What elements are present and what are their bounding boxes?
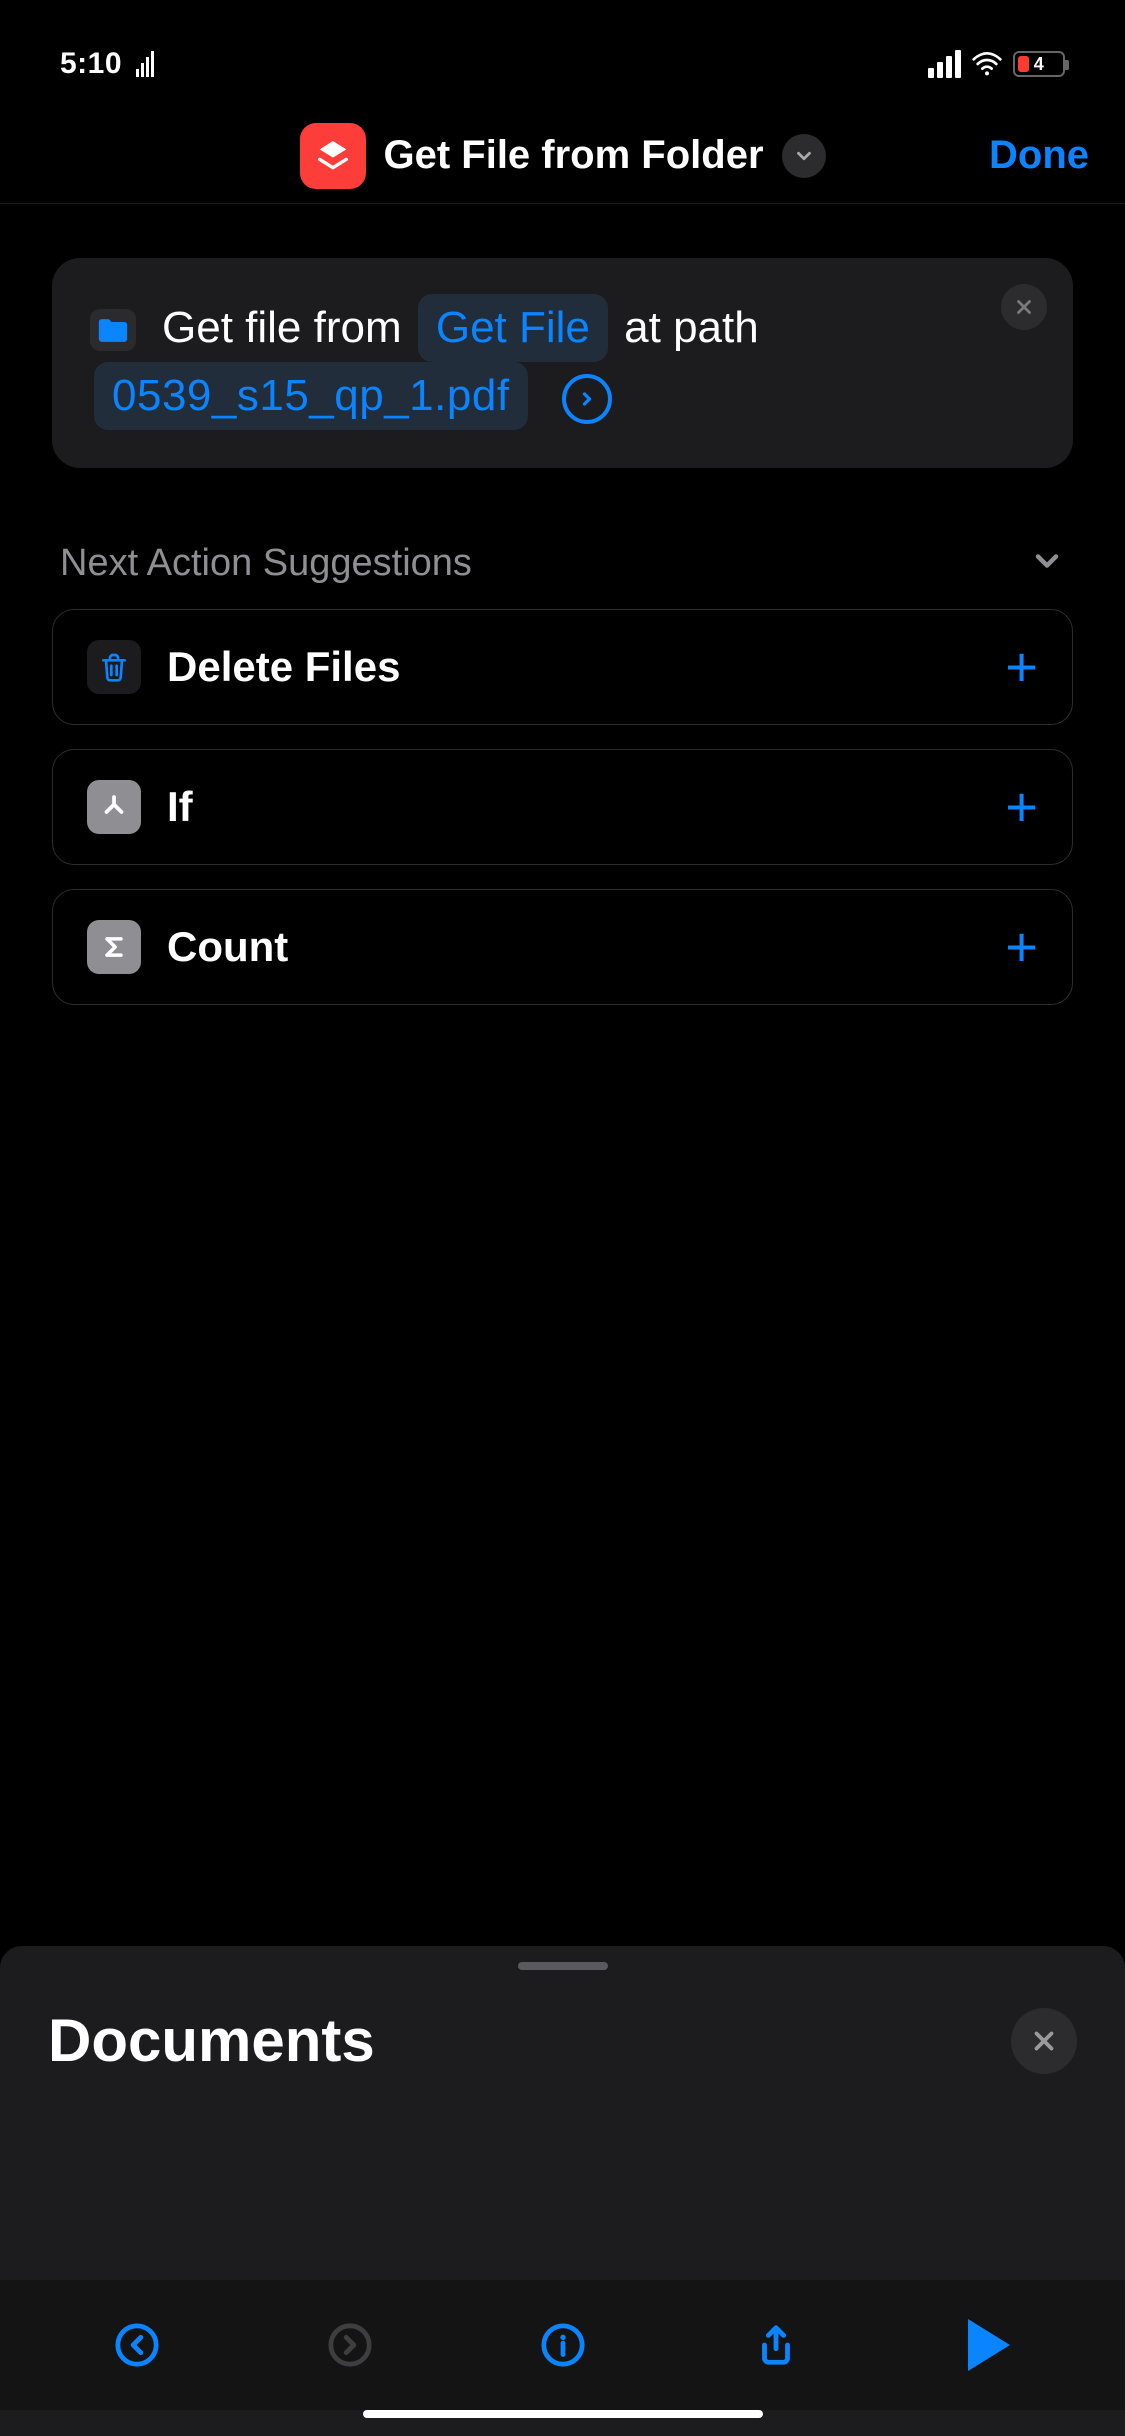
shortcuts-icon [299, 123, 365, 189]
action-get-file-from-folder[interactable]: Get file from Get File at path 0539_s15_… [52, 258, 1073, 468]
bottom-sheet[interactable]: Documents [0, 1946, 1125, 2436]
page-title: Get File from Folder [383, 133, 763, 178]
collapse-suggestions-button[interactable] [1029, 543, 1065, 584]
sheet-grabber[interactable] [518, 1962, 608, 1970]
add-suggestion-button[interactable]: + [1005, 639, 1038, 695]
nav-header: Get File from Folder Done [0, 108, 1125, 204]
add-suggestion-button[interactable]: + [1005, 919, 1038, 975]
suggestions-section: Next Action Suggestions Delete Files + I… [52, 542, 1073, 1029]
trash-icon [87, 640, 141, 694]
suggestion-label: Count [167, 923, 979, 971]
undo-button[interactable] [111, 2319, 163, 2371]
status-left: 5:10 [60, 47, 154, 81]
sheet-close-button[interactable] [1011, 2008, 1077, 2074]
branch-icon [87, 780, 141, 834]
suggestion-count[interactable]: Count + [52, 889, 1073, 1005]
add-suggestion-button[interactable]: + [1005, 779, 1038, 835]
play-icon [968, 2319, 1010, 2371]
suggestion-delete-files[interactable]: Delete Files + [52, 609, 1073, 725]
suggestions-title: Next Action Suggestions [60, 542, 472, 585]
title-options-button[interactable] [782, 134, 826, 178]
battery-icon: 4 [1013, 51, 1065, 77]
books-icon [136, 51, 154, 77]
cellular-icon [928, 50, 961, 78]
suggestion-label: Delete Files [167, 643, 979, 691]
sheet-title: Documents [48, 2006, 375, 2075]
share-button[interactable] [750, 2319, 802, 2371]
action-text-pre: Get file from [162, 303, 402, 352]
battery-level: 4 [1015, 54, 1063, 75]
info-button[interactable] [537, 2319, 589, 2371]
action-text-mid1: at [624, 303, 661, 352]
expand-action-button[interactable] [562, 374, 612, 424]
done-button[interactable]: Done [989, 133, 1089, 178]
param-source[interactable]: Get File [418, 294, 608, 362]
folder-icon [90, 309, 136, 351]
param-path[interactable]: 0539_s15_qp_1.pdf [94, 362, 528, 430]
delete-action-button[interactable] [1001, 284, 1047, 330]
suggestion-label: If [167, 783, 979, 831]
sigma-icon [87, 920, 141, 974]
status-right: 4 [928, 48, 1065, 80]
wifi-icon [971, 48, 1003, 80]
status-bar: 5:10 4 [0, 20, 1125, 108]
editor-content: Get file from Get File at path 0539_s15_… [0, 204, 1125, 1946]
run-button[interactable] [963, 2319, 1015, 2371]
status-time: 5:10 [60, 47, 122, 81]
suggestion-if[interactable]: If + [52, 749, 1073, 865]
redo-button [324, 2319, 376, 2371]
home-indicator[interactable] [363, 2410, 763, 2418]
toolbar [0, 2280, 1125, 2410]
action-text-mid2: path [673, 303, 759, 352]
